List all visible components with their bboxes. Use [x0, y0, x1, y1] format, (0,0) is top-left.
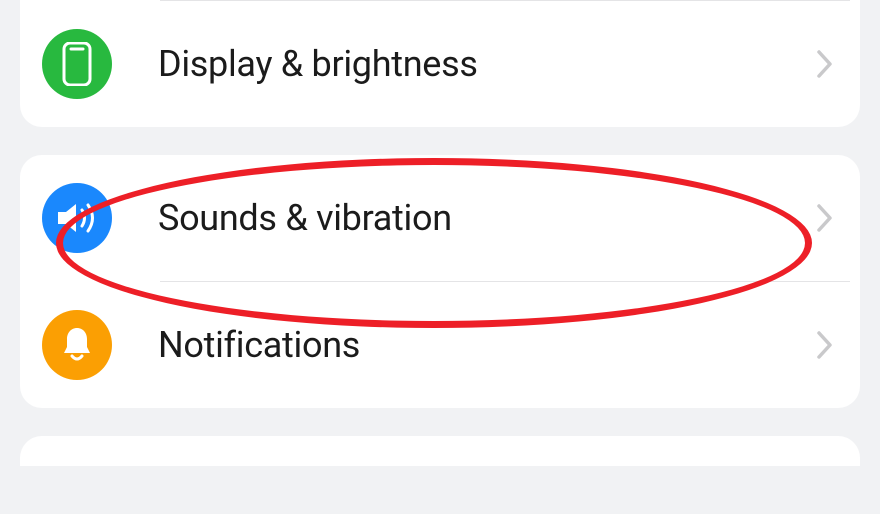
- settings-label: Notifications: [158, 324, 816, 366]
- chevron-right-icon: [816, 330, 834, 360]
- settings-card-2: Sounds & vibration Notifications: [20, 155, 860, 408]
- bell-icon: [42, 310, 112, 380]
- chevron-right-icon: [816, 49, 834, 79]
- settings-label: Sounds & vibration: [158, 197, 816, 239]
- settings-label: Display & brightness: [158, 43, 816, 85]
- settings-card-3-partial: [20, 436, 860, 466]
- settings-row-sounds-vibration[interactable]: Sounds & vibration: [20, 155, 860, 281]
- settings-list: Display & brightness Sounds & vibration: [0, 0, 880, 466]
- settings-card-1: Display & brightness: [20, 0, 860, 127]
- sound-icon: [42, 183, 112, 253]
- settings-row-notifications[interactable]: Notifications: [20, 282, 860, 408]
- chevron-right-icon: [816, 203, 834, 233]
- settings-row-display-brightness[interactable]: Display & brightness: [20, 1, 860, 127]
- display-icon: [42, 29, 112, 99]
